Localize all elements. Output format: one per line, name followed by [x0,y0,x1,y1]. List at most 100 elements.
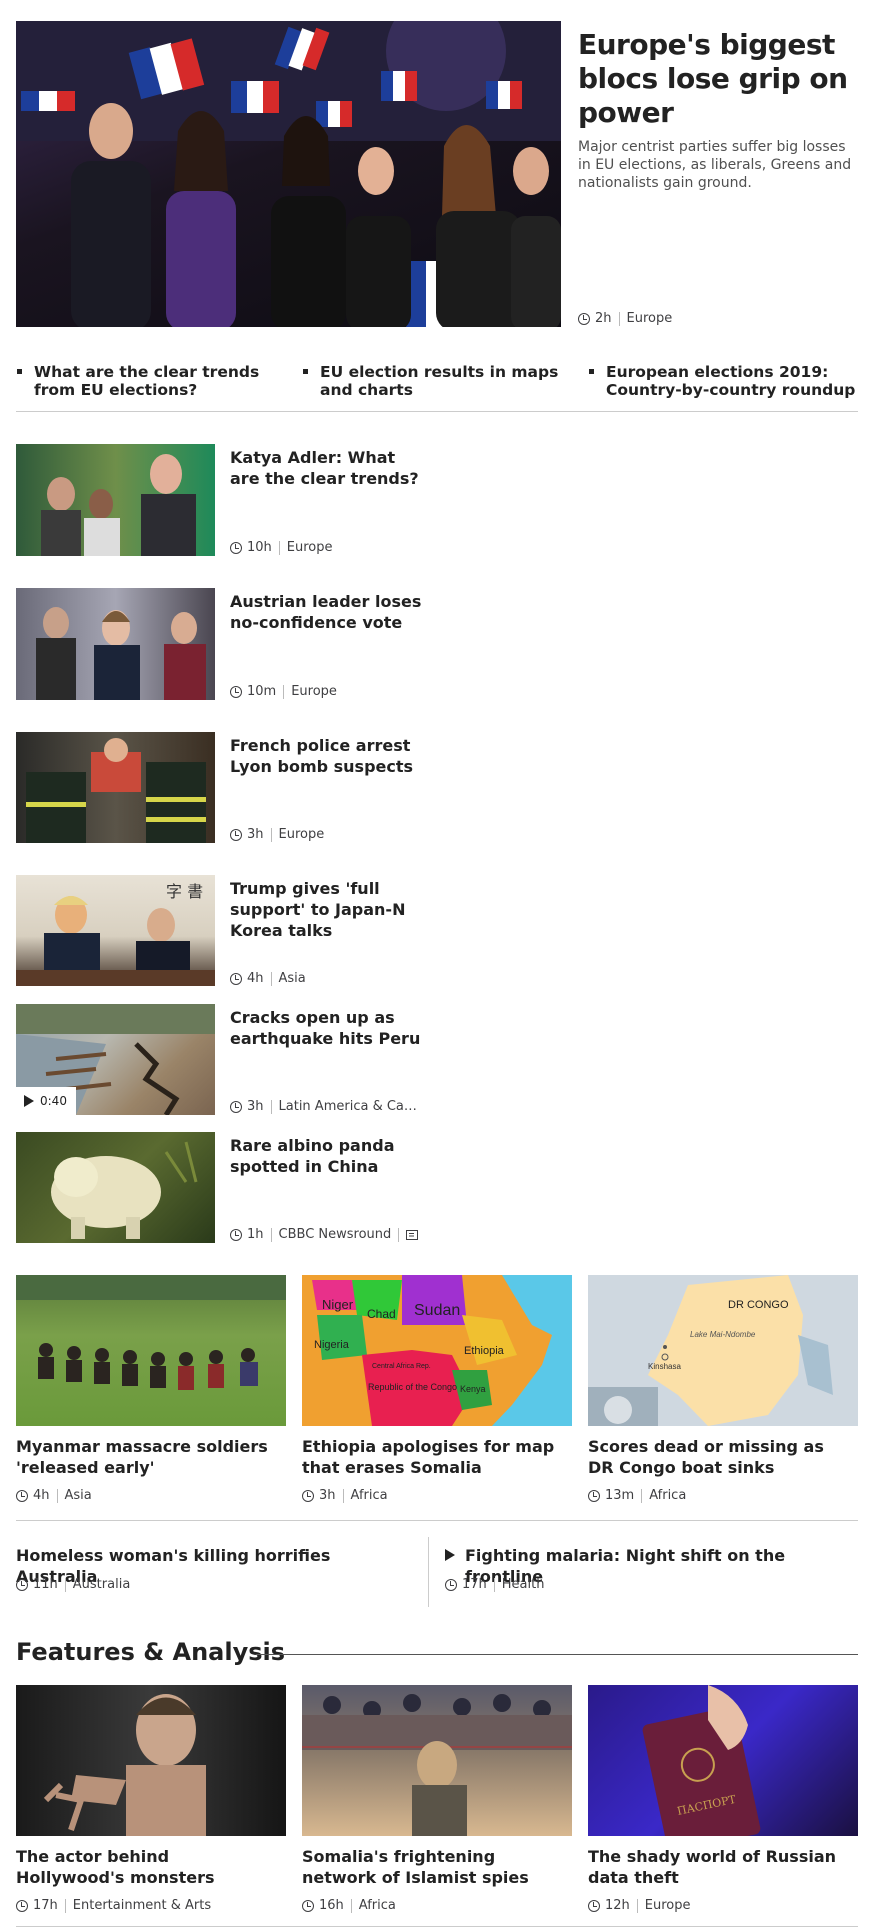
africa-map: Niger Chad Sudan Nigeria Ethiopia Centra… [302,1275,552,1426]
story-image-albino-panda[interactable] [16,1132,215,1243]
feature-meta: 17h Entertainment & Arts [16,1898,211,1913]
story-section-link[interactable]: Entertainment & Arts [73,1898,211,1913]
lead-summary: Major centrist parties suffer big losses… [578,139,852,191]
clock-icon [578,312,590,325]
story-headline[interactable]: Cracks open up as earthquake hits Peru [230,1007,430,1049]
grid-image-congo-map[interactable]: DR CONGO Lake Mai-Ndombe Kinshasa [588,1275,858,1426]
divider [64,1577,66,1592]
svg-text:Niger: Niger [322,1297,354,1312]
story-meta: 3h Latin America & Ca… [230,1099,417,1114]
grid-headline[interactable]: Scores dead or missing as DR Congo boat … [588,1436,838,1478]
lead-section-link[interactable]: Europe [627,311,673,326]
clock-icon [16,1489,28,1502]
story-time: 13m [605,1488,635,1503]
story-section-link[interactable]: Asia [65,1488,92,1503]
story-section-link[interactable]: Health [502,1577,545,1592]
story-section-link[interactable]: Europe [279,827,325,842]
story-image-katya-adler[interactable] [16,444,215,556]
feature-image-passport[interactable]: ПАСПОРТ [588,1685,858,1836]
related-link-2[interactable]: EU election results in maps and charts [303,363,565,399]
story-section-link[interactable]: Europe [291,684,337,699]
clock-icon [230,828,242,841]
story-photo [302,1694,572,1836]
story-meta: 3h Europe [230,827,324,842]
svg-text:Central Africa Rep.: Central Africa Rep. [372,1363,431,1370]
svg-text:DR CONGO: DR CONGO [728,1299,789,1311]
story-headline[interactable]: French police arrest Lyon bomb suspects [230,735,430,777]
story-section-link[interactable]: Africa [351,1488,388,1503]
comments-icon[interactable] [406,1229,419,1240]
divider [270,827,272,842]
story-time: 17h [462,1577,487,1592]
story-section-link[interactable]: Africa [649,1488,686,1503]
story-photo [51,1141,198,1239]
related-link-1[interactable]: What are the clear trends from EU electi… [17,363,279,399]
divider [636,1898,638,1913]
video-duration: 0:40 [40,1094,67,1108]
clock-icon [230,1228,242,1241]
story-section-link[interactable]: Africa [359,1898,396,1913]
grid-image-africa-map[interactable]: Niger Chad Sudan Nigeria Ethiopia Centra… [302,1275,572,1426]
divider [270,1227,272,1242]
story-time: 4h [247,971,264,986]
grid-headline[interactable]: Myanmar massacre soldiers 'released earl… [16,1436,281,1478]
svg-text:Ethiopia: Ethiopia [464,1345,505,1357]
feature-headline[interactable]: The shady world of Russian data theft [588,1846,853,1888]
feature-headline[interactable]: Somalia's frightening network of Islamis… [302,1846,567,1888]
divider [641,1488,643,1503]
story-video-peru-earthquake[interactable]: 0:40 [16,1004,215,1115]
divider [493,1577,495,1592]
play-icon[interactable] [445,1549,455,1561]
divider [16,1520,858,1521]
congo-map: DR CONGO Lake Mai-Ndombe Kinshasa [588,1275,833,1426]
divider [16,411,858,412]
feature-image-somalia[interactable] [302,1685,572,1836]
story-time: 12h [605,1898,630,1913]
related-link-3[interactable]: European elections 2019: Country-by-coun… [589,363,856,399]
divider [270,971,272,986]
story-meta: 10m Europe [230,684,337,699]
story-headline[interactable]: Rare albino panda spotted in China [230,1135,430,1177]
clock-icon [588,1899,600,1912]
divider [342,1488,344,1503]
story-headline[interactable]: Austrian leader loses no-confidence vote [230,591,440,633]
clock-icon [230,541,242,554]
video-badge[interactable]: 0:40 [16,1087,76,1115]
clock-icon [445,1578,457,1591]
story-meta: 10h Europe [230,540,333,555]
story-headline[interactable]: Katya Adler: What are the clear trends? [230,447,430,489]
feature-meta: 12h Europe [588,1898,691,1913]
grid-headline[interactable]: Ethiopia apologises for map that erases … [302,1436,567,1478]
story-section-link[interactable]: Europe [287,540,333,555]
grid-meta: 4h Asia [16,1488,92,1503]
story-image-austria[interactable] [16,588,215,700]
svg-text:Sudan: Sudan [414,1302,460,1319]
feature-image-actor[interactable] [16,1685,286,1836]
story-meta: 4h Asia [230,971,306,986]
story-time: 17h [33,1898,58,1913]
svg-text:Lake Mai-Ndombe: Lake Mai-Ndombe [690,1330,756,1339]
story-headline[interactable]: Trump gives 'full support' to Japan-N Ko… [230,878,445,941]
story-section-link[interactable]: CBBC Newsround [279,1227,392,1242]
story-photo [36,607,206,700]
section-title[interactable]: Features & Analysis [16,1638,285,1666]
story-time: 10m [247,684,277,699]
clock-icon [302,1489,314,1502]
story-image-lyon[interactable] [16,732,215,843]
divider [398,1227,400,1242]
story-photo [43,1694,206,1836]
story-section-link[interactable]: Australia [73,1577,131,1592]
story-section-link[interactable]: Europe [645,1898,691,1913]
lead-image[interactable] [16,21,561,327]
grid-image-myanmar[interactable] [16,1275,286,1426]
text-story-meta: 17h Health [445,1577,544,1592]
feature-headline[interactable]: The actor behind Hollywood's monsters [16,1846,266,1888]
svg-text:Nigeria: Nigeria [314,1339,350,1351]
story-photo: ПАСПОРТ [642,1685,761,1836]
lead-headline[interactable]: Europe's biggest blocs lose grip on powe… [578,28,848,130]
story-time: 3h [247,827,264,842]
story-section-link[interactable]: Latin America & Ca… [279,1099,417,1114]
story-section-link[interactable]: Asia [279,971,306,986]
story-time: 16h [319,1898,344,1913]
story-image-trump-abe[interactable]: 字 書 [16,875,215,986]
